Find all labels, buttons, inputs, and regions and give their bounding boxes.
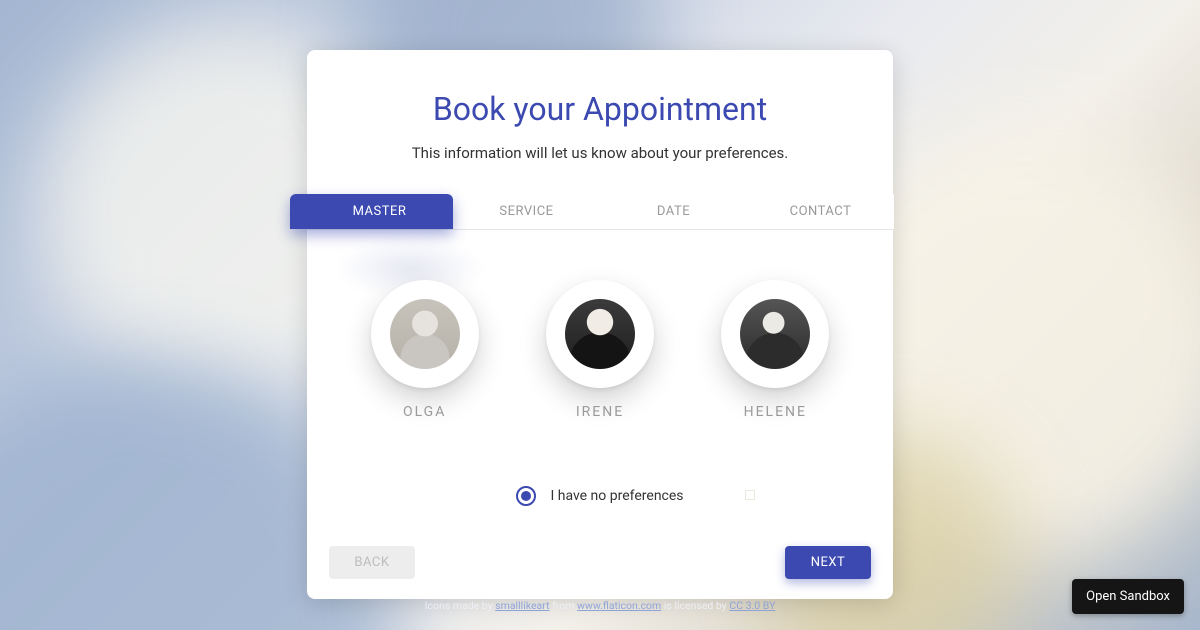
- master-name-label: OLGA: [371, 404, 479, 420]
- master-name-label: HELENE: [721, 404, 829, 420]
- back-button: BACK: [329, 546, 415, 579]
- tab-master[interactable]: MASTER: [290, 194, 453, 229]
- master-option-irene[interactable]: IRENE: [546, 280, 654, 420]
- booking-card: Book your Appointment This information w…: [307, 50, 893, 599]
- credits-mid: is licensed by: [664, 599, 729, 612]
- avatar: [721, 280, 829, 388]
- wizard-footer: BACK NEXT: [307, 546, 893, 579]
- credits-license-link[interactable]: CC 3.0 BY: [729, 599, 775, 612]
- credits-prefix: Icons made by: [425, 599, 496, 612]
- page-title: Book your Appointment: [307, 90, 893, 128]
- tab-service[interactable]: SERVICE: [453, 194, 600, 229]
- master-option-helene[interactable]: HELENE: [721, 280, 829, 420]
- no-preference-label: I have no preferences: [550, 488, 683, 504]
- page-subtitle: This information will let us know about …: [307, 144, 893, 162]
- no-preference-row: I have no preferences: [307, 486, 893, 506]
- credits-line: Icons made by smalllikeart from www.flat…: [0, 599, 1200, 612]
- master-option-olga[interactable]: OLGA: [371, 280, 479, 420]
- avatar-image: [740, 299, 810, 369]
- step-tabs: MASTER SERVICE DATE CONTACT: [306, 194, 894, 230]
- next-button[interactable]: NEXT: [785, 546, 871, 579]
- credits-mid: from: [552, 599, 577, 612]
- open-sandbox-button[interactable]: Open Sandbox: [1072, 579, 1184, 614]
- tab-contact[interactable]: CONTACT: [747, 194, 894, 229]
- avatar-image: [390, 299, 460, 369]
- avatar: [546, 280, 654, 388]
- avatar-image: [565, 299, 635, 369]
- master-list: OLGA IRENE HELENE: [307, 230, 893, 440]
- no-preference-radio[interactable]: [516, 486, 536, 506]
- master-name-label: IRENE: [546, 404, 654, 420]
- credits-author-link[interactable]: smalllikeart: [495, 599, 549, 612]
- decorative-icon: [745, 490, 755, 500]
- radio-dot-icon: [521, 491, 531, 501]
- tab-date[interactable]: DATE: [600, 194, 747, 229]
- avatar: [371, 280, 479, 388]
- credits-source-link[interactable]: www.flaticon.com: [577, 599, 661, 612]
